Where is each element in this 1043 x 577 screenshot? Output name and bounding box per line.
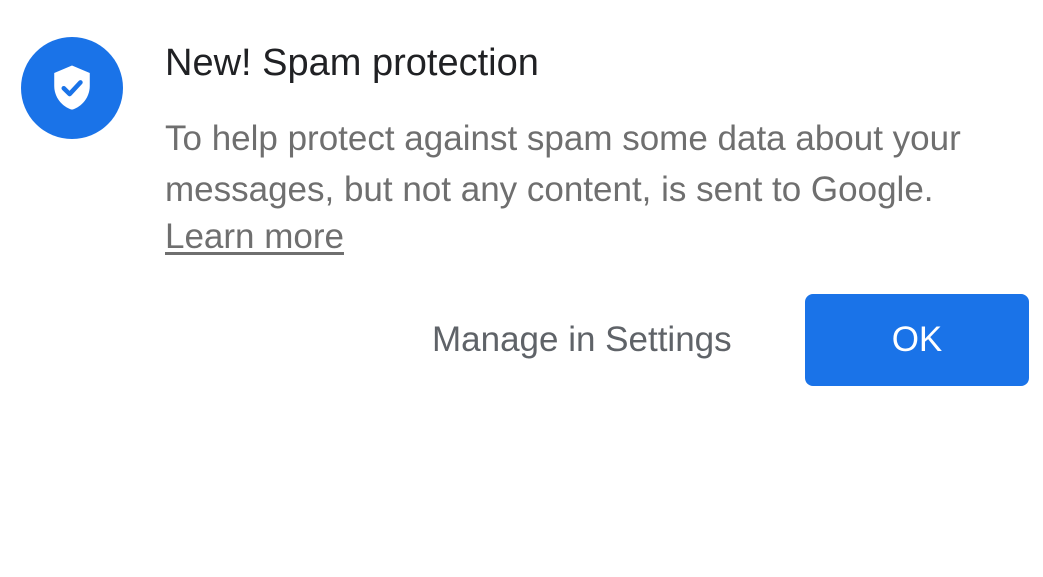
shield-check-icon [21,37,123,139]
learn-more-link[interactable]: Learn more [165,214,344,260]
dialog-message-line-1: To help protect against spam some data a… [165,119,961,158]
dialog-message: To help protect against spam some data a… [165,113,1025,215]
spam-protection-dialog: New! Spam protection To help protect aga… [0,0,1043,577]
dialog-message-line-2: messages, but not any content, is sent t… [165,170,934,209]
dialog-title: New! Spam protection [165,42,539,84]
shield-check-glyph [54,65,90,110]
manage-in-settings-button[interactable]: Manage in Settings [424,295,740,385]
ok-button[interactable]: OK [805,294,1029,386]
